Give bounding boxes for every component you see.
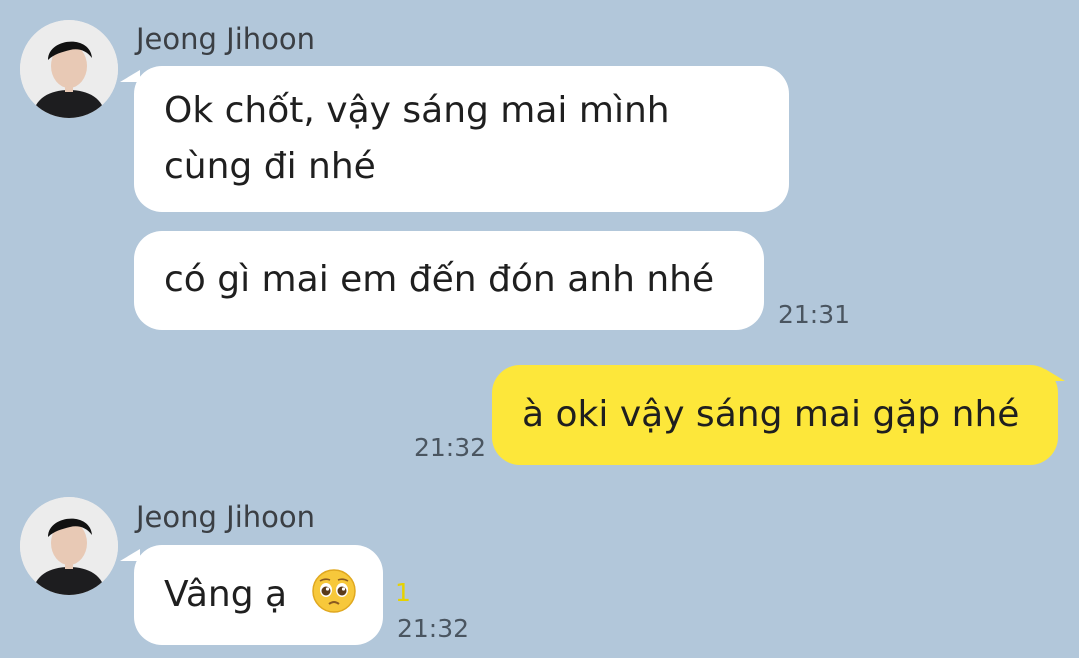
profile-photo-icon xyxy=(20,20,118,118)
message-text: có gì mai em đến đón anh nhé xyxy=(164,259,715,300)
sender-avatar[interactable] xyxy=(20,497,118,595)
message-timestamp: 21:32 xyxy=(414,433,487,462)
sender-name: Jeong Jihoon xyxy=(136,500,315,534)
message-text: Vâng ạ xyxy=(164,574,288,615)
message-timestamp: 21:32 xyxy=(397,614,470,643)
incoming-message-bubble[interactable]: có gì mai em đến đón anh nhé xyxy=(134,231,764,330)
incoming-message-bubble[interactable]: Vâng ạ xyxy=(134,545,383,645)
message-timestamp: 21:31 xyxy=(778,300,851,329)
pleading-face-emoji-icon xyxy=(311,568,357,614)
bubble-tail xyxy=(1045,369,1065,381)
sender-name: Jeong Jihoon xyxy=(136,22,315,56)
outgoing-message-bubble[interactable]: à oki vậy sáng mai gặp nhé xyxy=(492,365,1058,465)
message-text-line: Ok chốt, vậy sáng mai mình xyxy=(164,90,670,131)
incoming-message-bubble[interactable]: Ok chốt, vậy sáng mai mình cùng đi nhé xyxy=(134,66,789,212)
message-text: à oki vậy sáng mai gặp nhé xyxy=(522,394,1020,435)
message-text-line: cùng đi nhé xyxy=(164,146,376,187)
sender-avatar[interactable] xyxy=(20,20,118,118)
unread-count-badge: 1 xyxy=(395,578,411,607)
profile-photo-icon xyxy=(20,497,118,595)
